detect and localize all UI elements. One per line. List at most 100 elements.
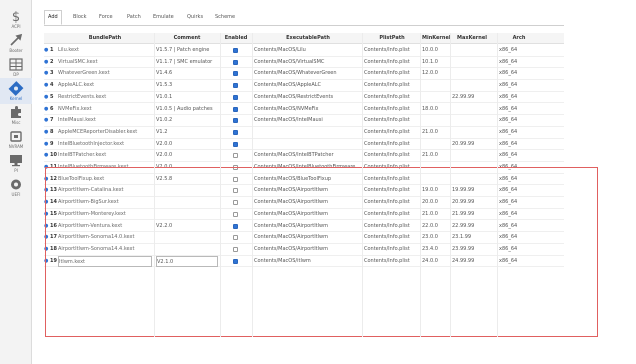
cell-comment[interactable]: V1.2 xyxy=(156,127,218,138)
cell-maxkernel[interactable] xyxy=(452,150,492,161)
cell-minkernel[interactable]: 21.0.0 xyxy=(422,127,450,138)
cell-minkernel[interactable] xyxy=(422,80,450,91)
cell-comment[interactable]: V1.5.3 xyxy=(156,80,218,91)
tab-add[interactable]: Add xyxy=(44,10,62,25)
tab-block[interactable]: Block xyxy=(70,10,90,24)
drag-handle-icon[interactable]: ● xyxy=(44,150,49,161)
enabled-checkbox[interactable] xyxy=(233,129,238,135)
cell-plistpath[interactable]: Contents/Info.plist xyxy=(364,127,420,138)
cell-maxkernel[interactable] xyxy=(452,57,492,68)
cell-executablepath[interactable]: Contents/MacOS/IntelMausi xyxy=(254,115,362,126)
cell-executablepath[interactable]: Contents/MacOS/WhateverGreen xyxy=(254,68,362,79)
cell-arch[interactable]: x86_64 xyxy=(499,115,539,126)
tab-emulate[interactable]: Emulate xyxy=(150,10,177,24)
enabled-checkbox[interactable] xyxy=(233,94,238,100)
drag-handle-icon[interactable]: ● xyxy=(44,68,49,79)
cell-arch[interactable]: x86_64 xyxy=(499,92,539,103)
tab-quirks[interactable]: Quirks xyxy=(184,10,206,24)
cell-arch[interactable]: x86_64 xyxy=(499,57,539,68)
cell-comment[interactable]: V1.5.7 | Patch engine xyxy=(156,45,218,56)
table-row[interactable]: ● 7 IntelMausi.kext V1.0.2 Contents/MacOS/In… xyxy=(44,115,564,127)
cell-bundlepath[interactable]: IntelBluetoothInjector.kext xyxy=(58,139,152,150)
table-row[interactable]: ● 9 IntelBluetoothInjector.kext V2.0.0 Conte… xyxy=(44,139,564,151)
cell-bundlepath[interactable]: VirtualSMC.kext xyxy=(58,57,152,68)
cell-minkernel[interactable]: 12.0.0 xyxy=(422,68,450,79)
cell-executablepath[interactable]: Contents/MacOS/Lilu xyxy=(254,45,362,56)
cell-comment[interactable]: V2.0.0 xyxy=(156,150,218,161)
cell-maxkernel[interactable]: 20.99.99 xyxy=(452,139,492,150)
sidebar-item-dp[interactable]: DP xyxy=(0,54,32,80)
sidebar-item-acpi[interactable]: $ ACPI xyxy=(0,6,32,32)
column-header-comment[interactable]: Comment xyxy=(156,33,218,44)
cell-plistpath[interactable]: Contents/Info.plist xyxy=(364,92,420,103)
sidebar-item-kernel[interactable]: Kernel xyxy=(0,78,32,104)
cell-bundlepath[interactable]: WhateverGreen.kext xyxy=(58,68,152,79)
tab-scheme[interactable]: Scheme xyxy=(212,10,238,24)
enabled-checkbox[interactable] xyxy=(233,141,238,147)
cell-arch[interactable]: x86_64 xyxy=(499,80,539,91)
cell-bundlepath[interactable]: AppleALC.kext xyxy=(58,80,152,91)
cell-maxkernel[interactable] xyxy=(452,68,492,79)
cell-comment[interactable]: V1.0.1 xyxy=(156,92,218,103)
cell-arch[interactable]: x86_64 xyxy=(499,45,539,56)
column-header-arch[interactable]: Arch xyxy=(499,33,539,44)
cell-comment[interactable]: V1.0.2 xyxy=(156,115,218,126)
table-row[interactable]: ● 8 AppleMCEReporterDisabler.kext V1.2 Conte… xyxy=(44,127,564,139)
column-header-enabled[interactable]: Enabled xyxy=(222,33,250,44)
cell-plistpath[interactable]: Contents/Info.plist xyxy=(364,57,420,68)
table-row[interactable]: ● 5 RestrictEvents.kext V1.0.1 Contents/MacO… xyxy=(44,92,564,104)
cell-bundlepath[interactable]: IntelMausi.kext xyxy=(58,115,152,126)
cell-plistpath[interactable]: Contents/Info.plist xyxy=(364,104,420,115)
cell-minkernel[interactable]: 18.0.0 xyxy=(422,104,450,115)
cell-maxkernel[interactable] xyxy=(452,45,492,56)
tab-force[interactable]: Force xyxy=(96,10,116,24)
cell-maxkernel[interactable] xyxy=(452,127,492,138)
sidebar-item-uefi[interactable]: UEFI xyxy=(0,174,32,200)
cell-maxkernel[interactable] xyxy=(452,115,492,126)
column-header-maxkernel[interactable]: MaxKernel xyxy=(452,33,492,44)
cell-plistpath[interactable]: Contents/Info.plist xyxy=(364,139,420,150)
tab-patch[interactable]: Patch xyxy=(124,10,144,24)
cell-plistpath[interactable]: Contents/Info.plist xyxy=(364,150,420,161)
cell-plistpath[interactable]: Contents/Info.plist xyxy=(364,68,420,79)
table-row[interactable]: ● 4 AppleALC.kext V1.5.3 Contents/MacOS/Appl… xyxy=(44,80,564,92)
drag-handle-icon[interactable]: ● xyxy=(44,127,49,138)
cell-bundlepath[interactable]: Lilu.kext xyxy=(58,45,152,56)
drag-handle-icon[interactable]: ● xyxy=(44,139,49,150)
table-row[interactable]: ● 10 IntelBTPatcher.kext V2.0.0 Contents/Mac… xyxy=(44,150,564,162)
table-row[interactable]: ● 3 WhateverGreen.kext V1.4.6 Contents/MacOS… xyxy=(44,68,564,81)
column-header-plistpath[interactable]: PlistPath xyxy=(364,33,420,44)
sidebar-item-nvram[interactable]: NVRAM xyxy=(0,126,32,152)
drag-handle-icon[interactable]: ● xyxy=(44,80,49,91)
cell-arch[interactable]: x86_64 xyxy=(499,104,539,115)
sidebar-item-pi[interactable]: PI xyxy=(0,150,32,176)
enabled-checkbox[interactable] xyxy=(233,71,238,77)
cell-minkernel[interactable]: 21.0.0 xyxy=(422,150,450,161)
drag-handle-icon[interactable]: ● xyxy=(44,92,49,103)
enabled-checkbox[interactable] xyxy=(233,48,238,53)
cell-executablepath[interactable]: Contents/MacOS/IntelBTPatcher xyxy=(254,150,362,161)
cell-arch[interactable]: x86_64 xyxy=(499,68,539,79)
cell-executablepath[interactable] xyxy=(254,139,362,150)
cell-comment[interactable]: V1.4.6 xyxy=(156,68,218,79)
cell-executablepath[interactable]: Contents/MacOS/NVMeFix xyxy=(254,104,362,115)
drag-handle-icon[interactable]: ● xyxy=(44,104,49,115)
column-header-executablepath[interactable]: ExecutablePath xyxy=(254,33,362,44)
enabled-checkbox[interactable] xyxy=(233,83,238,89)
column-header-bundlepath[interactable]: BundlePath xyxy=(58,33,152,44)
cell-executablepath[interactable]: Contents/MacOS/VirtualSMC xyxy=(254,57,362,68)
cell-plistpath[interactable]: Contents/Info.plist xyxy=(364,45,420,56)
cell-bundlepath[interactable]: RestrictEvents.kext xyxy=(58,92,152,103)
cell-bundlepath[interactable]: AppleMCEReporterDisabler.kext xyxy=(58,127,152,138)
cell-maxkernel[interactable] xyxy=(452,104,492,115)
table-row[interactable]: ● 2 VirtualSMC.kext V1.1.7 | SMC emulator Co… xyxy=(44,57,564,69)
cell-executablepath[interactable]: Contents/MacOS/AppleALC xyxy=(254,80,362,91)
cell-plistpath[interactable]: Contents/Info.plist xyxy=(364,115,420,126)
enabled-checkbox[interactable] xyxy=(233,59,238,65)
table-row[interactable]: ● 1 Lilu.kext V1.5.7 | Patch engine Contents… xyxy=(44,45,564,57)
enabled-checkbox[interactable] xyxy=(233,118,238,124)
cell-minkernel[interactable] xyxy=(422,92,450,103)
cell-comment[interactable]: V1.1.7 | SMC emulator xyxy=(156,57,218,68)
cell-comment[interactable]: V1.0.5 | Audio patches xyxy=(156,104,218,115)
cell-minkernel[interactable]: 10.0.0 xyxy=(422,45,450,56)
